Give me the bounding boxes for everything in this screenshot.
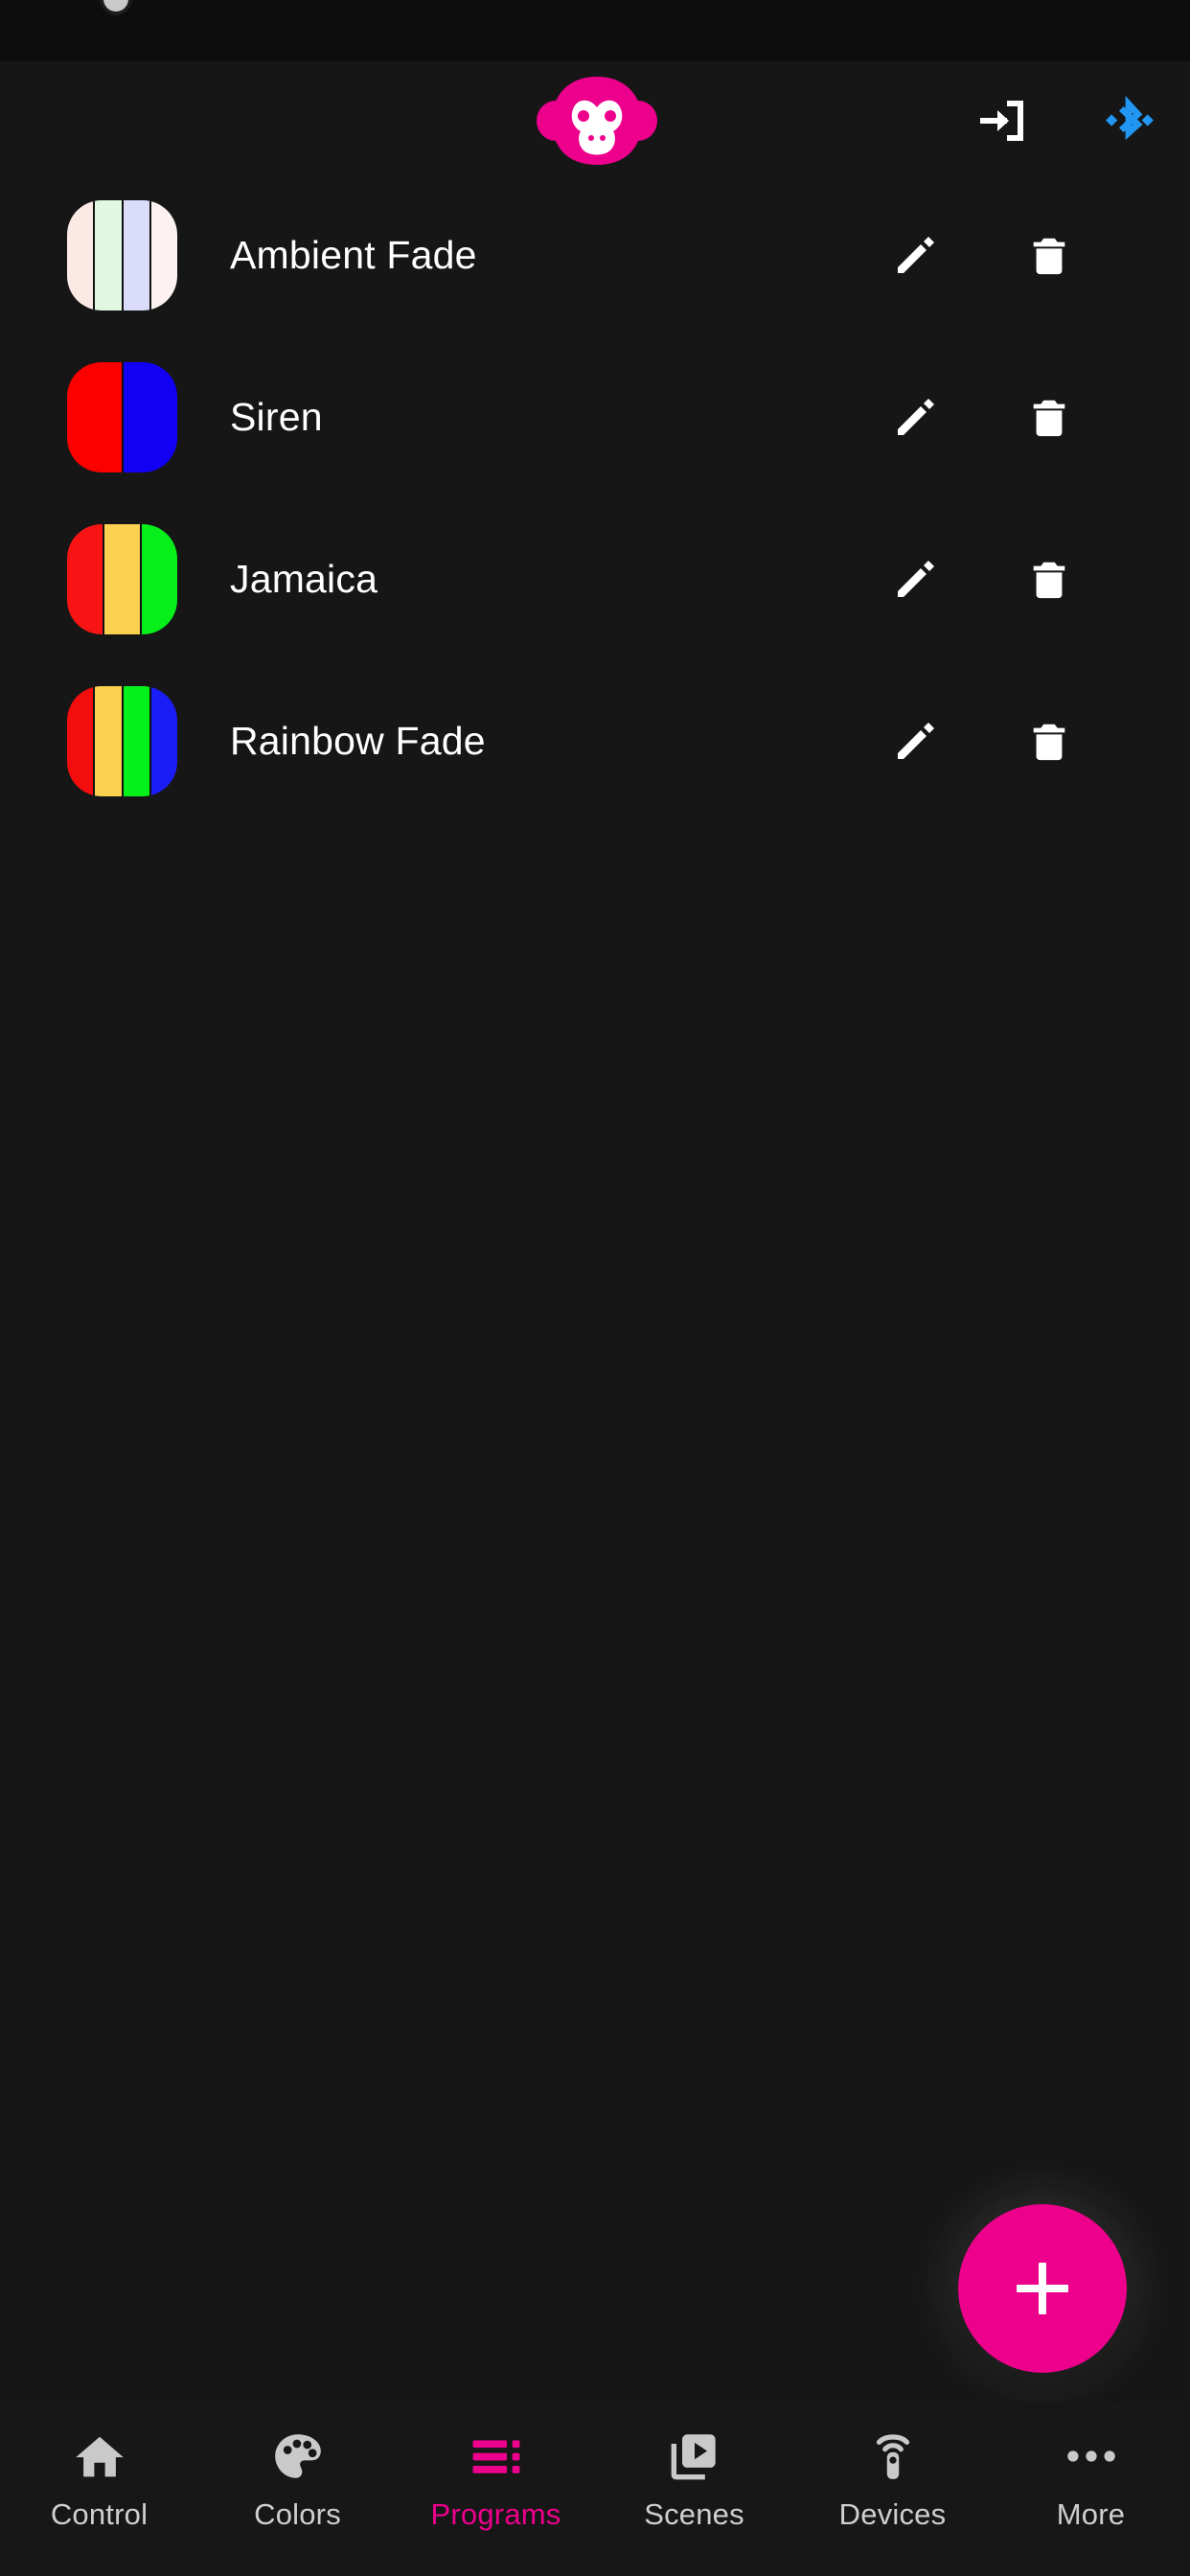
nav-label: Programs bbox=[430, 2497, 561, 2531]
login-arrow-icon bbox=[980, 101, 1023, 141]
queue-list-icon bbox=[469, 2430, 524, 2482]
table-row[interactable]: Jamaica bbox=[0, 498, 1190, 660]
program-color-swatch bbox=[67, 686, 177, 796]
pencil-icon bbox=[898, 398, 934, 435]
pencil-icon bbox=[898, 560, 934, 597]
nav-item-control[interactable]: Control bbox=[0, 2404, 198, 2576]
edit-program-button[interactable] bbox=[862, 174, 968, 336]
edit-program-button[interactable] bbox=[862, 336, 968, 498]
trash-icon bbox=[1033, 400, 1065, 436]
swatch-stripe bbox=[150, 686, 177, 796]
app-header bbox=[0, 61, 1190, 174]
trash-icon bbox=[1033, 238, 1065, 274]
swatch-stripe bbox=[67, 200, 96, 310]
swatch-stripe bbox=[142, 524, 177, 634]
nav-label: Colors bbox=[254, 2497, 341, 2531]
pencil-icon bbox=[898, 236, 934, 273]
plus-icon bbox=[1039, 2263, 1046, 2314]
program-color-swatch bbox=[67, 524, 177, 634]
remote-signal-icon bbox=[865, 2430, 921, 2482]
nav-item-colors[interactable]: Colors bbox=[198, 2404, 397, 2576]
add-program-fab[interactable] bbox=[958, 2204, 1127, 2373]
nav-label: More bbox=[1056, 2497, 1126, 2531]
nav-item-scenes[interactable]: Scenes bbox=[595, 2404, 793, 2576]
nav-label: Control bbox=[50, 2497, 149, 2531]
program-name: Jamaica bbox=[230, 557, 378, 601]
edit-program-button[interactable] bbox=[862, 660, 968, 822]
delete-program-button[interactable] bbox=[996, 498, 1102, 660]
nav-item-devices[interactable]: Devices bbox=[793, 2404, 992, 2576]
edit-program-button[interactable] bbox=[862, 498, 968, 660]
swatch-stripe bbox=[67, 362, 124, 472]
app-root: Ambient Fade Siren Jamaica Rainbow Fade … bbox=[0, 0, 1190, 2576]
swatch-stripe bbox=[104, 524, 142, 634]
table-row[interactable]: Siren bbox=[0, 336, 1190, 498]
table-row[interactable]: Ambient Fade bbox=[0, 174, 1190, 336]
bottom-navigation: Control Colors Programs Scenes Devices M… bbox=[0, 2404, 1190, 2576]
monkey-logo-icon bbox=[535, 75, 659, 167]
status-bar bbox=[0, 0, 1190, 61]
trash-icon bbox=[1033, 724, 1065, 760]
trash-icon bbox=[1033, 562, 1065, 598]
swatch-stripe bbox=[67, 524, 104, 634]
nav-item-more[interactable]: More bbox=[992, 2404, 1190, 2576]
delete-program-button[interactable] bbox=[996, 336, 1102, 498]
swatch-stripe bbox=[95, 686, 124, 796]
palette-icon bbox=[270, 2430, 326, 2482]
programs-list: Ambient Fade Siren Jamaica Rainbow Fade bbox=[0, 174, 1190, 822]
swatch-stripe bbox=[150, 200, 177, 310]
program-name: Ambient Fade bbox=[230, 233, 477, 277]
delete-program-button[interactable] bbox=[996, 174, 1102, 336]
login-button[interactable] bbox=[955, 75, 1047, 167]
pencil-icon bbox=[898, 722, 934, 759]
nav-label: Scenes bbox=[644, 2497, 744, 2531]
program-color-swatch bbox=[67, 362, 177, 472]
nav-item-programs[interactable]: Programs bbox=[397, 2404, 595, 2576]
bluetooth-button[interactable] bbox=[1083, 75, 1175, 167]
program-name: Rainbow Fade bbox=[230, 719, 486, 763]
table-row[interactable]: Rainbow Fade bbox=[0, 660, 1190, 822]
swatch-stripe bbox=[95, 200, 124, 310]
delete-program-button[interactable] bbox=[996, 660, 1102, 822]
status-bar-icon bbox=[103, 0, 128, 12]
swatch-stripe bbox=[123, 200, 151, 310]
home-icon bbox=[72, 2430, 127, 2482]
more-dots-icon bbox=[1064, 2430, 1119, 2482]
program-color-swatch bbox=[67, 200, 177, 310]
swatch-stripe bbox=[123, 686, 151, 796]
swatch-stripe bbox=[123, 362, 177, 472]
program-name: Siren bbox=[230, 395, 323, 439]
bluetooth-icon bbox=[1106, 95, 1154, 141]
nav-label: Devices bbox=[838, 2497, 947, 2531]
swatch-stripe bbox=[67, 686, 96, 796]
video-library-icon bbox=[667, 2430, 722, 2482]
